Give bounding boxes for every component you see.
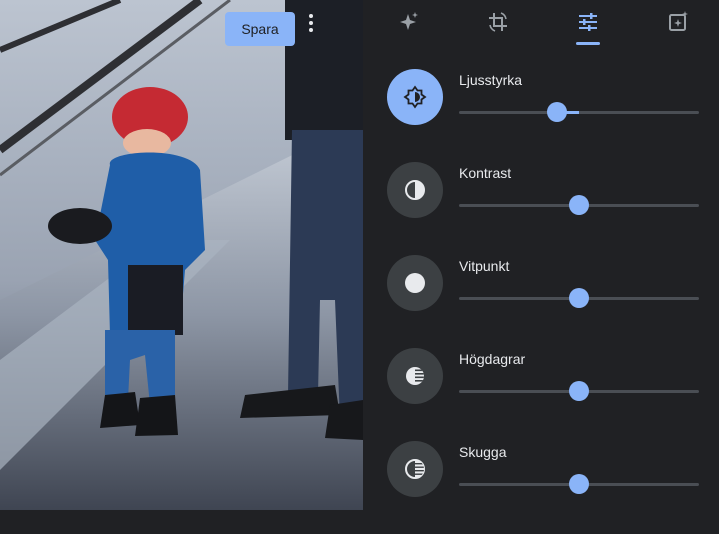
adjust-row-brightness: Ljusstyrka xyxy=(363,69,719,162)
white-point-slider[interactable] xyxy=(459,288,699,308)
tab-adjust[interactable] xyxy=(570,6,606,38)
brightness-slider[interactable] xyxy=(459,102,699,122)
slider-thumb[interactable] xyxy=(569,288,589,308)
brightness-icon xyxy=(403,85,427,109)
crop-rotate-icon xyxy=(489,12,507,32)
adjust-row-shadows: Skugga xyxy=(363,441,719,534)
adjust-row-contrast: Kontrast xyxy=(363,162,719,255)
photo-image xyxy=(0,0,363,510)
more-vert-icon xyxy=(309,14,313,32)
sparkle-icon xyxy=(400,12,418,30)
slider-thumb[interactable] xyxy=(569,195,589,215)
edit-tabs xyxy=(363,0,719,46)
highlights-icon xyxy=(406,367,424,385)
highlights-label: Högdagrar xyxy=(459,351,526,367)
edit-panel: Ljusstyrka Kontrast Vitpunkt Högdagrar S… xyxy=(363,0,719,510)
slider-thumb[interactable] xyxy=(569,474,589,494)
shadows-label: Skugga xyxy=(459,444,507,460)
more-options-button[interactable] xyxy=(309,14,337,42)
tab-crop-rotate[interactable] xyxy=(480,6,516,38)
adjust-row-highlights: Högdagrar xyxy=(363,348,719,441)
brightness-label: Ljusstyrka xyxy=(459,72,523,88)
white-point-icon xyxy=(405,273,425,293)
contrast-button[interactable] xyxy=(387,162,443,218)
adjust-row-white-point: Vitpunkt xyxy=(363,255,719,348)
photo-preview: Spara xyxy=(0,0,363,510)
shadows-slider[interactable] xyxy=(459,474,699,494)
brightness-button[interactable] xyxy=(387,69,443,125)
save-button[interactable]: Spara xyxy=(225,12,295,46)
slider-thumb[interactable] xyxy=(569,381,589,401)
shadows-button[interactable] xyxy=(387,441,443,497)
shadows-icon xyxy=(405,459,425,479)
white-point-label: Vitpunkt xyxy=(459,258,510,274)
contrast-label: Kontrast xyxy=(459,165,512,181)
highlights-button[interactable] xyxy=(387,348,443,404)
active-tab-indicator xyxy=(576,42,600,45)
tab-auto-enhance[interactable] xyxy=(390,6,426,38)
highlights-slider[interactable] xyxy=(459,381,699,401)
tab-filters[interactable] xyxy=(660,6,696,38)
contrast-slider[interactable] xyxy=(459,195,699,215)
slider-thumb[interactable] xyxy=(547,102,568,122)
contrast-icon xyxy=(405,180,425,200)
tune-sliders-icon xyxy=(579,13,597,31)
white-point-button[interactable] xyxy=(387,255,443,311)
filter-sparkle-icon xyxy=(669,11,688,31)
